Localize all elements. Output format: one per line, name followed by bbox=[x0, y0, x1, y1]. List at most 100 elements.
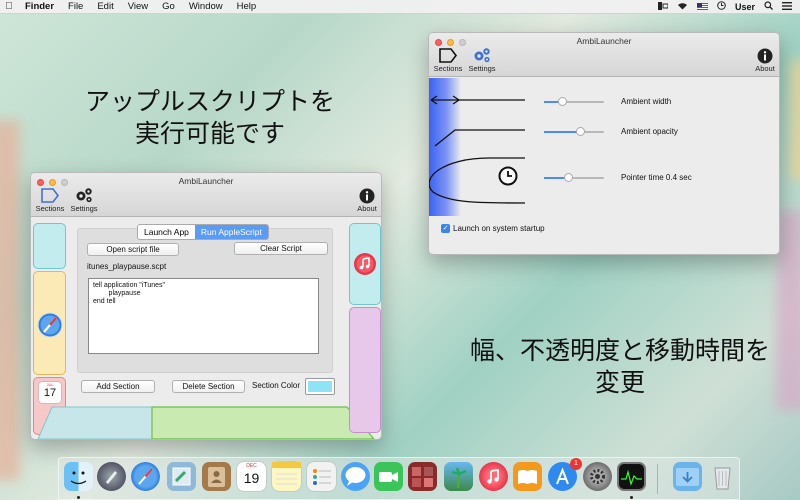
running-indicator bbox=[630, 496, 633, 499]
ambilauncher-status-icon[interactable] bbox=[657, 1, 669, 12]
launch-on-startup-checkbox[interactable]: ✓ bbox=[441, 224, 450, 233]
facetime-icon[interactable] bbox=[374, 462, 403, 491]
clock-menu-icon[interactable] bbox=[717, 1, 726, 12]
delete-section-button[interactable]: Delete Section bbox=[172, 380, 245, 393]
window-titlebar: AmbiLauncher Sections Settings About bbox=[31, 173, 381, 217]
section-color-well[interactable] bbox=[305, 378, 335, 395]
contacts-icon[interactable] bbox=[202, 462, 231, 491]
safari-dock-icon[interactable] bbox=[131, 462, 160, 491]
ambient-width-slider[interactable] bbox=[544, 97, 604, 106]
toolbar-label: Settings bbox=[70, 204, 98, 213]
slider-knob[interactable] bbox=[563, 173, 573, 182]
itunes-dock-icon[interactable] bbox=[479, 462, 508, 491]
script-filename: itunes_playpause.scpt bbox=[87, 262, 167, 271]
mail-icon[interactable] bbox=[167, 462, 196, 491]
caption-settings: 幅、不透明度と移動時間を 変更 bbox=[440, 335, 800, 399]
settings-illustration bbox=[429, 95, 526, 204]
toolbar-about-button[interactable]: About bbox=[751, 47, 779, 73]
activity-graph-icon bbox=[621, 469, 642, 487]
caption-line: 幅、不透明度と移動時間を bbox=[469, 336, 770, 365]
clear-script-button[interactable]: Clear Script bbox=[234, 242, 328, 255]
toolbar-sections-button[interactable]: Sections bbox=[432, 47, 464, 73]
app-store-badge: 1 bbox=[570, 458, 582, 470]
caption-applescript: アップルスクリプトを 実行可能です bbox=[80, 86, 340, 150]
menu-go[interactable]: Go bbox=[155, 1, 182, 12]
calendar-day: 19 bbox=[243, 470, 260, 486]
finder-icon[interactable] bbox=[64, 462, 93, 491]
system-preferences-icon[interactable] bbox=[583, 462, 612, 491]
section-color-label: Section Color bbox=[252, 381, 301, 390]
messages-icon[interactable] bbox=[341, 462, 370, 491]
toolbar-label: About bbox=[755, 64, 775, 73]
music-note-icon bbox=[487, 468, 499, 484]
stamp-icon bbox=[172, 467, 191, 486]
slider-fill bbox=[544, 131, 580, 133]
photo-booth-icon[interactable] bbox=[408, 462, 437, 491]
menu-edit[interactable]: Edit bbox=[90, 1, 120, 12]
menu-extras: User bbox=[657, 1, 800, 12]
tab-run-applescript[interactable]: Run AppleScript bbox=[194, 225, 268, 239]
flag-icon[interactable] bbox=[696, 2, 709, 12]
activity-monitor-icon[interactable] bbox=[617, 462, 646, 491]
reminders-icon[interactable] bbox=[307, 462, 336, 491]
compass-needle bbox=[138, 468, 153, 485]
toolbar-settings-button[interactable]: Settings bbox=[466, 47, 498, 73]
calendar-icon[interactable]: JUL 17 bbox=[39, 382, 61, 403]
add-section-button[interactable]: Add Section bbox=[81, 380, 155, 393]
notes-icon[interactable] bbox=[272, 462, 301, 491]
pointer-time-slider[interactable] bbox=[544, 173, 604, 182]
sections-icon bbox=[439, 48, 458, 63]
apple-menu-icon[interactable]:  bbox=[0, 1, 18, 12]
user-menu[interactable]: User bbox=[735, 2, 755, 12]
slider-knob[interactable] bbox=[575, 127, 585, 136]
menu-app-name[interactable]: Finder bbox=[18, 1, 61, 12]
camera-icon bbox=[379, 472, 398, 482]
toolbar-label: Settings bbox=[468, 64, 496, 73]
ibooks-icon[interactable] bbox=[513, 462, 542, 491]
gears-icon bbox=[474, 48, 490, 63]
sections-icon bbox=[41, 188, 60, 203]
book-icon bbox=[518, 470, 537, 484]
calendar-day: 17 bbox=[43, 387, 57, 399]
ambient-opacity-slider[interactable] bbox=[544, 127, 604, 136]
section-panel-right-bottom[interactable] bbox=[349, 307, 381, 433]
menu-file[interactable]: File bbox=[61, 1, 90, 12]
menu-view[interactable]: View bbox=[121, 1, 155, 12]
itunes-icon[interactable] bbox=[353, 252, 377, 276]
toolbar-label: Sections bbox=[433, 64, 463, 73]
section-panel-left-top[interactable] bbox=[33, 223, 66, 269]
wifi-icon[interactable] bbox=[677, 2, 688, 12]
open-script-button[interactable]: Open script file bbox=[87, 243, 179, 256]
timer-icon bbox=[498, 166, 518, 186]
ambilauncher-main-window: AmbiLauncher Sections Settings About JUL… bbox=[30, 172, 382, 440]
section-panel-right-top[interactable] bbox=[349, 223, 381, 305]
toolbar-settings-button[interactable]: Settings bbox=[68, 187, 100, 213]
wallpaper-streak bbox=[0, 120, 20, 480]
spotlight-icon[interactable] bbox=[764, 1, 773, 12]
tab-launch-app[interactable]: Launch App bbox=[138, 225, 195, 239]
iphoto-icon[interactable] bbox=[444, 462, 473, 491]
menu-bar:  Finder File Edit View Go Window Help U… bbox=[0, 0, 800, 14]
section-panel-left-middle[interactable] bbox=[33, 271, 66, 375]
safari-icon[interactable] bbox=[37, 312, 63, 338]
reminders-dots bbox=[313, 469, 331, 485]
action-type-tabs: Launch App Run AppleScript bbox=[137, 224, 269, 240]
notification-center-icon[interactable] bbox=[782, 1, 792, 12]
toolbar-label: Sections bbox=[35, 204, 65, 213]
menu-help[interactable]: Help bbox=[230, 1, 264, 12]
calendar-dock-icon[interactable]: DEC 19 bbox=[237, 462, 266, 491]
trash-icon[interactable] bbox=[708, 462, 737, 491]
downloads-folder-icon[interactable] bbox=[673, 462, 702, 491]
ambilauncher-settings-window: AmbiLauncher Sections Settings About Amb… bbox=[428, 32, 780, 255]
toolbar-sections-button[interactable]: Sections bbox=[34, 187, 66, 213]
finder-face bbox=[70, 471, 87, 485]
app-store-icon[interactable]: 1 bbox=[548, 458, 582, 491]
window-title: AmbiLauncher bbox=[576, 36, 632, 46]
section-color-swatch bbox=[308, 381, 332, 392]
script-editor[interactable]: tell application "iTunes" playpause end … bbox=[88, 278, 319, 354]
toolbar-about-button[interactable]: About bbox=[353, 187, 381, 213]
slider-knob[interactable] bbox=[557, 97, 567, 106]
launchpad-icon[interactable] bbox=[97, 462, 126, 491]
menu-window[interactable]: Window bbox=[182, 1, 230, 12]
download-arrow-icon bbox=[676, 468, 699, 486]
